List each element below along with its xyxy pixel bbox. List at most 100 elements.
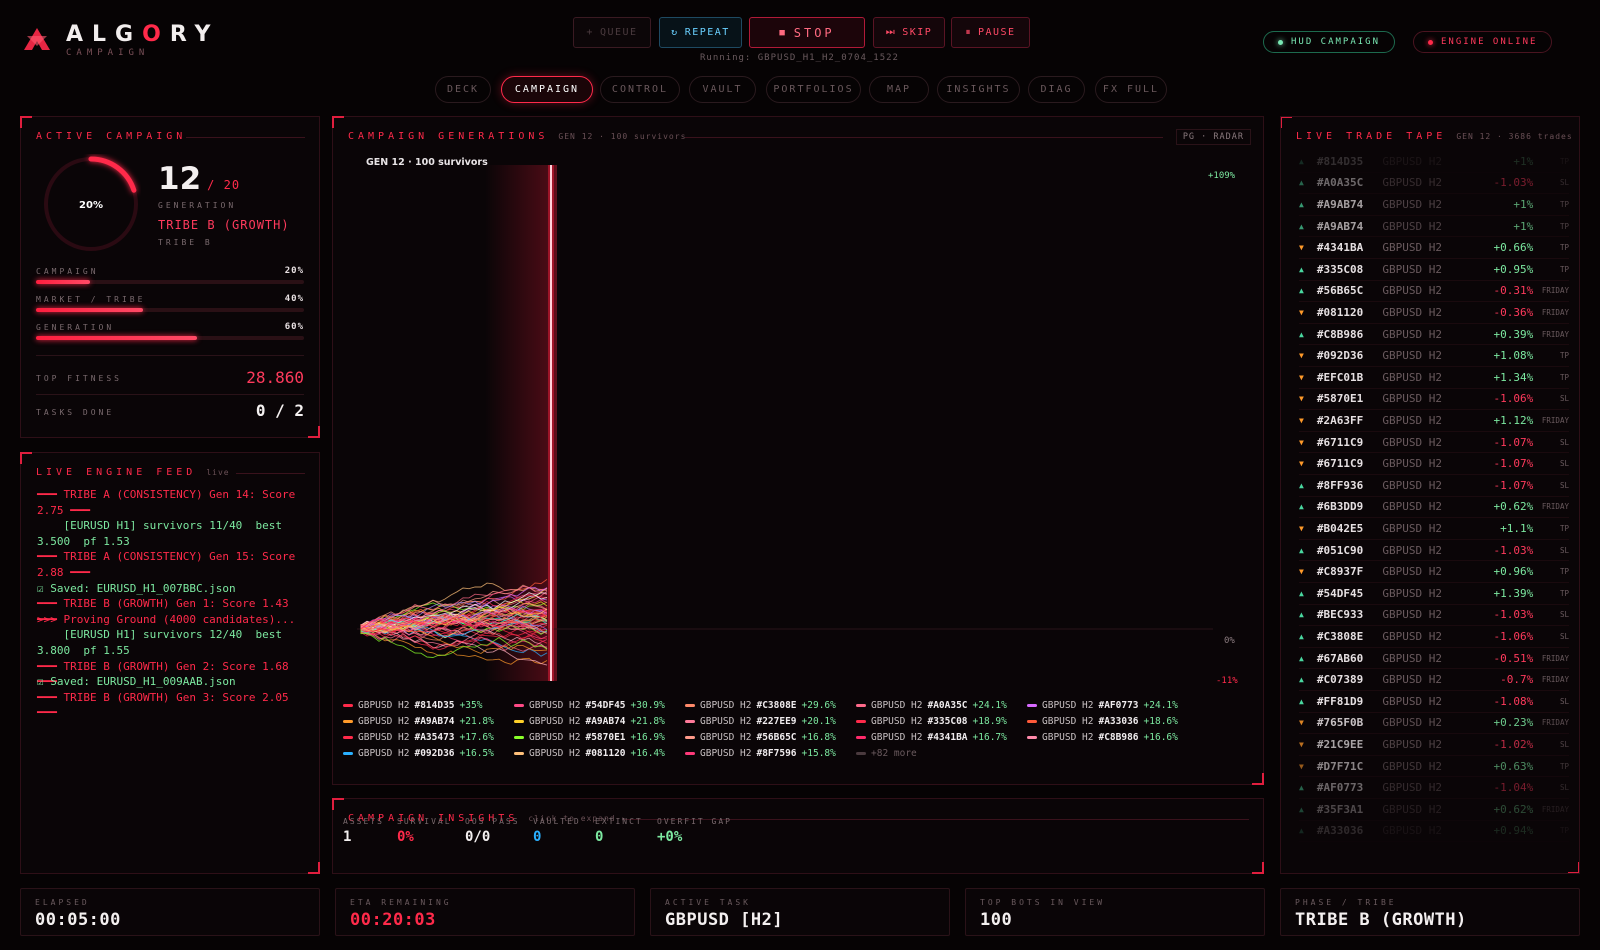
legend-item[interactable]: GBPUSD H2 #4341BA +16.7% xyxy=(856,732,1007,743)
tape-row[interactable]: ▲ #35F3A1 GBPUSD H2 +0.62% FRIDAY xyxy=(1299,799,1569,821)
tape-row[interactable]: ▼ #6711C9 GBPUSD H2 -1.07% SL xyxy=(1299,432,1569,454)
stop-button[interactable]: ■ STOP xyxy=(749,17,865,48)
legend-item[interactable]: GBPUSD H2 #814D35 +35% xyxy=(343,700,482,711)
insight-value: 0 xyxy=(595,829,604,845)
tape-row[interactable]: ▼ #21C9EE GBPUSD H2 -1.02% SL xyxy=(1299,734,1569,756)
tape-row[interactable]: ▼ #6711C9 GBPUSD H2 -1.07% SL xyxy=(1299,453,1569,475)
progress-bar-fill xyxy=(36,308,144,312)
insight-label: SURVIVAL xyxy=(397,817,452,826)
tape-row[interactable]: ▲ #FF81D9 GBPUSD H2 -1.08% SL xyxy=(1299,691,1569,713)
queue-button[interactable]: + QUEUE xyxy=(573,17,651,48)
legend-hash: #A35473 xyxy=(414,732,455,743)
tape-row[interactable]: ▼ #D7F71C GBPUSD H2 +0.63% TP xyxy=(1299,756,1569,778)
view-mode-toggle[interactable]: PG · RADAR xyxy=(1175,129,1251,145)
tab-portfolios[interactable]: PORTFOLIOS xyxy=(766,76,861,103)
legend-item[interactable]: GBPUSD H2 #56B65C +16.8% xyxy=(685,732,836,743)
trade-exit-tag: TP xyxy=(1559,156,1569,166)
trade-exit-tag: SL xyxy=(1559,178,1569,188)
hud-campaign-pill[interactable]: HUD CAMPAIGN xyxy=(1263,31,1396,53)
arrow-down-icon: ▼ xyxy=(1299,372,1304,382)
legend-item[interactable]: GBPUSD H2 #227EE9 +20.1% xyxy=(685,716,836,727)
legend-item[interactable]: GBPUSD H2 #092D36 +16.5% xyxy=(343,748,494,759)
trade-result: -1.03% xyxy=(1493,543,1534,557)
trade-hash: #67AB60 xyxy=(1316,651,1364,665)
tape-row[interactable]: ▲ #8FF936 GBPUSD H2 -1.07% SL xyxy=(1299,475,1569,497)
arrow-down-icon: ▼ xyxy=(1299,459,1304,469)
tab-vault[interactable]: VAULT xyxy=(689,76,756,103)
legend-item[interactable]: GBPUSD H2 #5870E1 +16.9% xyxy=(514,732,665,743)
tape-row[interactable]: ▲ #54DF45 GBPUSD H2 +1.39% TP xyxy=(1299,583,1569,605)
legend-swatch xyxy=(343,752,353,755)
trade-pair: GBPUSD H2 xyxy=(1382,413,1442,427)
tape-row[interactable]: ▼ #C8937F GBPUSD H2 +0.96% TP xyxy=(1299,561,1569,583)
tape-row[interactable]: ▼ #B042E5 GBPUSD H2 +1.1% TP xyxy=(1299,518,1569,540)
tape-row[interactable]: ▼ #4341BA GBPUSD H2 +0.66% TP xyxy=(1299,237,1569,259)
tape-row[interactable]: ▲ #335C08 GBPUSD H2 +0.95% TP xyxy=(1299,259,1569,281)
tab-control[interactable]: CONTROL xyxy=(600,76,680,103)
legend-item[interactable]: GBPUSD H2 #081120 +16.4% xyxy=(514,748,665,759)
legend-item[interactable]: GBPUSD H2 #C3808E +29.6% xyxy=(685,700,836,711)
campaign-insights-panel[interactable]: CAMPAIGN INSIGHTS click to expand ▸ ASSET… xyxy=(332,798,1264,874)
tab-diag[interactable]: DIAG xyxy=(1028,76,1085,103)
trade-exit-tag: TP xyxy=(1559,221,1569,231)
tape-row[interactable]: ▼ #EFC01B GBPUSD H2 +1.34% TP xyxy=(1299,367,1569,389)
legend-item[interactable]: GBPUSD H2 #A9AB74 +21.8% xyxy=(514,716,665,727)
trade-result: +1% xyxy=(1513,197,1534,211)
tape-row[interactable]: ▲ #A9AB74 GBPUSD H2 +1% TP xyxy=(1299,194,1569,216)
pause-button[interactable]: ⏸ PAUSE xyxy=(951,17,1030,48)
insight-label: OOS PASS xyxy=(465,817,520,826)
trade-pair: GBPUSD H2 xyxy=(1382,586,1442,600)
legend-swatch xyxy=(685,704,695,707)
tape-row[interactable]: ▼ #092D36 GBPUSD H2 +1.08% TP xyxy=(1299,345,1569,367)
tab-map[interactable]: MAP xyxy=(869,76,929,103)
trade-result: -0.31% xyxy=(1493,284,1534,298)
tape-row[interactable]: ▲ #A0A35C GBPUSD H2 -1.03% SL xyxy=(1299,173,1569,195)
tape-row[interactable]: ▲ #BEC933 GBPUSD H2 -1.03% SL xyxy=(1299,605,1569,627)
legend-item[interactable]: GBPUSD H2 #A9AB74 +21.8% xyxy=(343,716,494,727)
tape-row[interactable]: ▲ #56B65C GBPUSD H2 -0.31% FRIDAY xyxy=(1299,281,1569,303)
skip-button[interactable]: ⏭ SKIP xyxy=(873,17,945,48)
panel-title: LIVE TRADE TAPE xyxy=(1296,131,1447,142)
trade-pair: GBPUSD H2 xyxy=(1382,370,1442,384)
legend-hash: #5870E1 xyxy=(585,732,626,743)
footer-stat-label: TOP BOTS IN VIEW xyxy=(980,898,1106,907)
trade-pair: GBPUSD H2 xyxy=(1382,241,1442,255)
tab-fx-full[interactable]: FX FULL xyxy=(1095,76,1167,103)
tab-deck[interactable]: DECK xyxy=(435,76,491,103)
tape-row[interactable]: ▲ #A9AB74 GBPUSD H2 +1% TP xyxy=(1299,216,1569,238)
insight-value: 0% xyxy=(397,829,414,845)
legend-item[interactable]: GBPUSD H2 #A33036 +18.6% xyxy=(1027,716,1178,727)
tape-row[interactable]: ▲ #67AB60 GBPUSD H2 -0.51% FRIDAY xyxy=(1299,648,1569,670)
tape-row[interactable]: ▲ #6B3DD9 GBPUSD H2 +0.62% FRIDAY xyxy=(1299,497,1569,519)
legend-swatch xyxy=(856,720,866,723)
legend-item[interactable]: GBPUSD H2 #54DF45 +30.9% xyxy=(514,700,665,711)
arrow-up-icon: ▲ xyxy=(1299,286,1304,296)
tape-row[interactable]: ▲ #051C90 GBPUSD H2 -1.03% SL xyxy=(1299,540,1569,562)
legend-item[interactable]: GBPUSD H2 #335C08 +18.9% xyxy=(856,716,1007,727)
tape-row[interactable]: ▲ #C3808E GBPUSD H2 -1.06% SL xyxy=(1299,626,1569,648)
tape-row[interactable]: ▲ #A33036 GBPUSD H2 +0.94% TP xyxy=(1299,821,1569,843)
tape-row[interactable]: ▲ #C07389 GBPUSD H2 -0.7% FRIDAY xyxy=(1299,669,1569,691)
tab-insights[interactable]: INSIGHTS xyxy=(937,76,1020,103)
tape-row[interactable]: ▼ #2A63FF GBPUSD H2 +1.12% FRIDAY xyxy=(1299,410,1569,432)
trade-pair: GBPUSD H2 xyxy=(1382,435,1442,449)
tape-row[interactable]: ▼ #5870E1 GBPUSD H2 -1.06% SL xyxy=(1299,389,1569,411)
tape-row[interactable]: ▲ #814D35 GBPUSD H2 +1% TP xyxy=(1299,151,1569,173)
legend-item[interactable]: GBPUSD H2 #AF0773 +24.1% xyxy=(1027,700,1178,711)
legend-item[interactable]: GBPUSD H2 #A35473 +17.6% xyxy=(343,732,494,743)
status-dot-icon xyxy=(1428,39,1433,45)
repeat-button[interactable]: ↻ REPEAT xyxy=(659,17,742,48)
tab-campaign[interactable]: CAMPAIGN xyxy=(501,76,593,103)
legend-item[interactable]: GBPUSD H2 #8F7596 +15.8% xyxy=(685,748,836,759)
tape-row[interactable]: ▼ #081120 GBPUSD H2 -0.36% FRIDAY xyxy=(1299,302,1569,324)
tape-row[interactable]: ▼ #765F0B GBPUSD H2 +0.23% FRIDAY xyxy=(1299,713,1569,735)
legend-item[interactable]: GBPUSD H2 #C8B986 +16.6% xyxy=(1027,732,1178,743)
tape-row[interactable]: ▲ #AF0773 GBPUSD H2 -1.04% SL xyxy=(1299,777,1569,799)
insight-label: EXTINCT xyxy=(595,817,643,826)
trade-result: +0.63% xyxy=(1493,759,1534,773)
progress-ring: 20% xyxy=(43,156,139,252)
top-fitness-label: TOP FITNESS xyxy=(36,374,122,383)
legend-more[interactable]: +82 more xyxy=(856,748,917,759)
legend-item[interactable]: GBPUSD H2 #A0A35C +24.1% xyxy=(856,700,1007,711)
tape-row[interactable]: ▲ #C8B986 GBPUSD H2 +0.39% FRIDAY xyxy=(1299,324,1569,346)
